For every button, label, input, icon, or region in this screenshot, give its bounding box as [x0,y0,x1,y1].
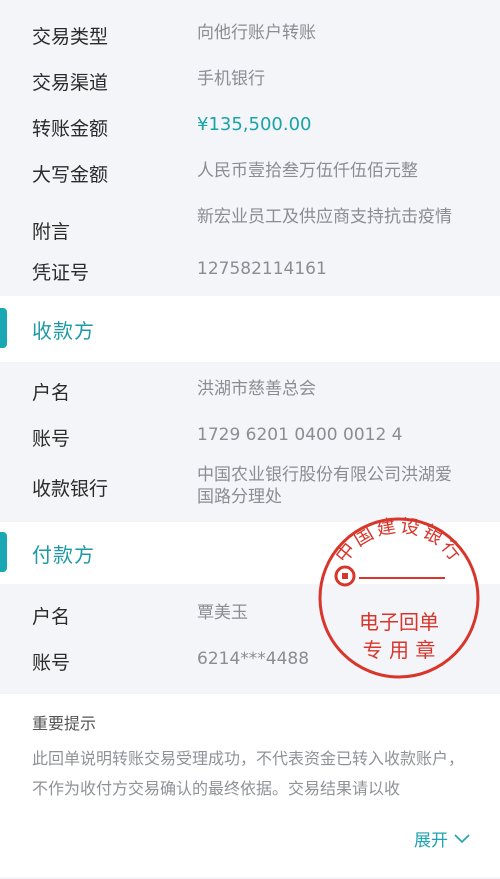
payee-section-title: 收款方 [32,318,95,343]
payer-account-label: 账号 [32,652,71,674]
payer-section-title: 付款方 [32,542,95,567]
seal-line-2: 专 用 章 [363,638,436,662]
row-payee-account: 账号 1729 6201 0400 0012 4 [0,424,500,464]
notice-body: 此回单说明转账交易受理成功，不代表资金已转入收款账户，不作为收付方交易确认的最终… [32,749,465,798]
bank-logo-icon [334,565,356,587]
payee-section-header: 收款方 [0,296,500,362]
seal-line-1: 电子回单 [359,610,439,634]
payee-bank-label: 收款银行 [32,478,109,500]
row-remark: 附言 新宏业员工及供应商支持抗击疫情 [0,206,500,252]
row-voucher-number: 凭证号 127582114161 [0,252,500,292]
transaction-type-value: 向他行账户转账 [197,23,316,43]
payee-bank-value: 中国农业银行股份有限公司洪湖爱国路分理处 [197,465,452,507]
chevron-down-icon [454,833,470,843]
payee-account-value: 1729 6201 0400 0012 4 [197,425,403,445]
row-transaction-type: 交易类型 向他行账户转账 [0,22,500,68]
expand-button[interactable]: 展开 [414,826,470,851]
row-amount: 转账金额 ¥135,500.00 [0,114,500,160]
section-accent-bar [0,532,7,572]
remark-value: 新宏业员工及供应商支持抗击疫情 [197,207,452,227]
row-payee-bank: 收款银行 中国农业银行股份有限公司洪湖爱国路分理处 [0,464,500,518]
payer-name-label: 户名 [32,606,71,628]
svg-text:中国建设银行: 中国建设银行 [331,516,468,567]
row-channel: 交易渠道 手机银行 [0,68,500,114]
transaction-details: 交易类型 向他行账户转账 交易渠道 手机银行 转账金额 ¥135,500.00 … [0,0,500,296]
expand-label: 展开 [414,831,448,851]
amount-label: 转账金额 [32,118,109,140]
amount-in-words-label: 大写金额 [32,164,109,186]
remark-label: 附言 [32,221,71,243]
amount-in-words-value: 人民币壹拾叁万伍仟伍佰元整 [197,161,418,181]
row-payee-name: 户名 洪湖市慈善总会 [0,378,500,424]
voucher-number-label: 凭证号 [32,262,90,284]
channel-label: 交易渠道 [32,72,109,94]
amount-value: ¥135,500.00 [197,114,312,135]
notice-title: 重要提示 [32,714,97,733]
seal-bank-name: 中国建设银行 [331,516,465,567]
payee-account-label: 账号 [32,428,71,450]
bank-seal-stamp: 中国建设银行 电子回单 专 用 章 [318,516,480,679]
payee-details: 户名 洪湖市慈善总会 账号 1729 6201 0400 0012 4 收款银行… [0,362,500,522]
transaction-type-label: 交易类型 [32,26,109,48]
row-amount-in-words: 大写金额 人民币壹拾叁万伍仟伍佰元整 [0,160,500,206]
section-accent-bar [0,308,7,348]
channel-value: 手机银行 [197,69,265,89]
payee-name-value: 洪湖市慈善总会 [197,379,316,399]
payee-name-label: 户名 [32,382,71,404]
voucher-number-value: 127582114161 [197,259,327,279]
